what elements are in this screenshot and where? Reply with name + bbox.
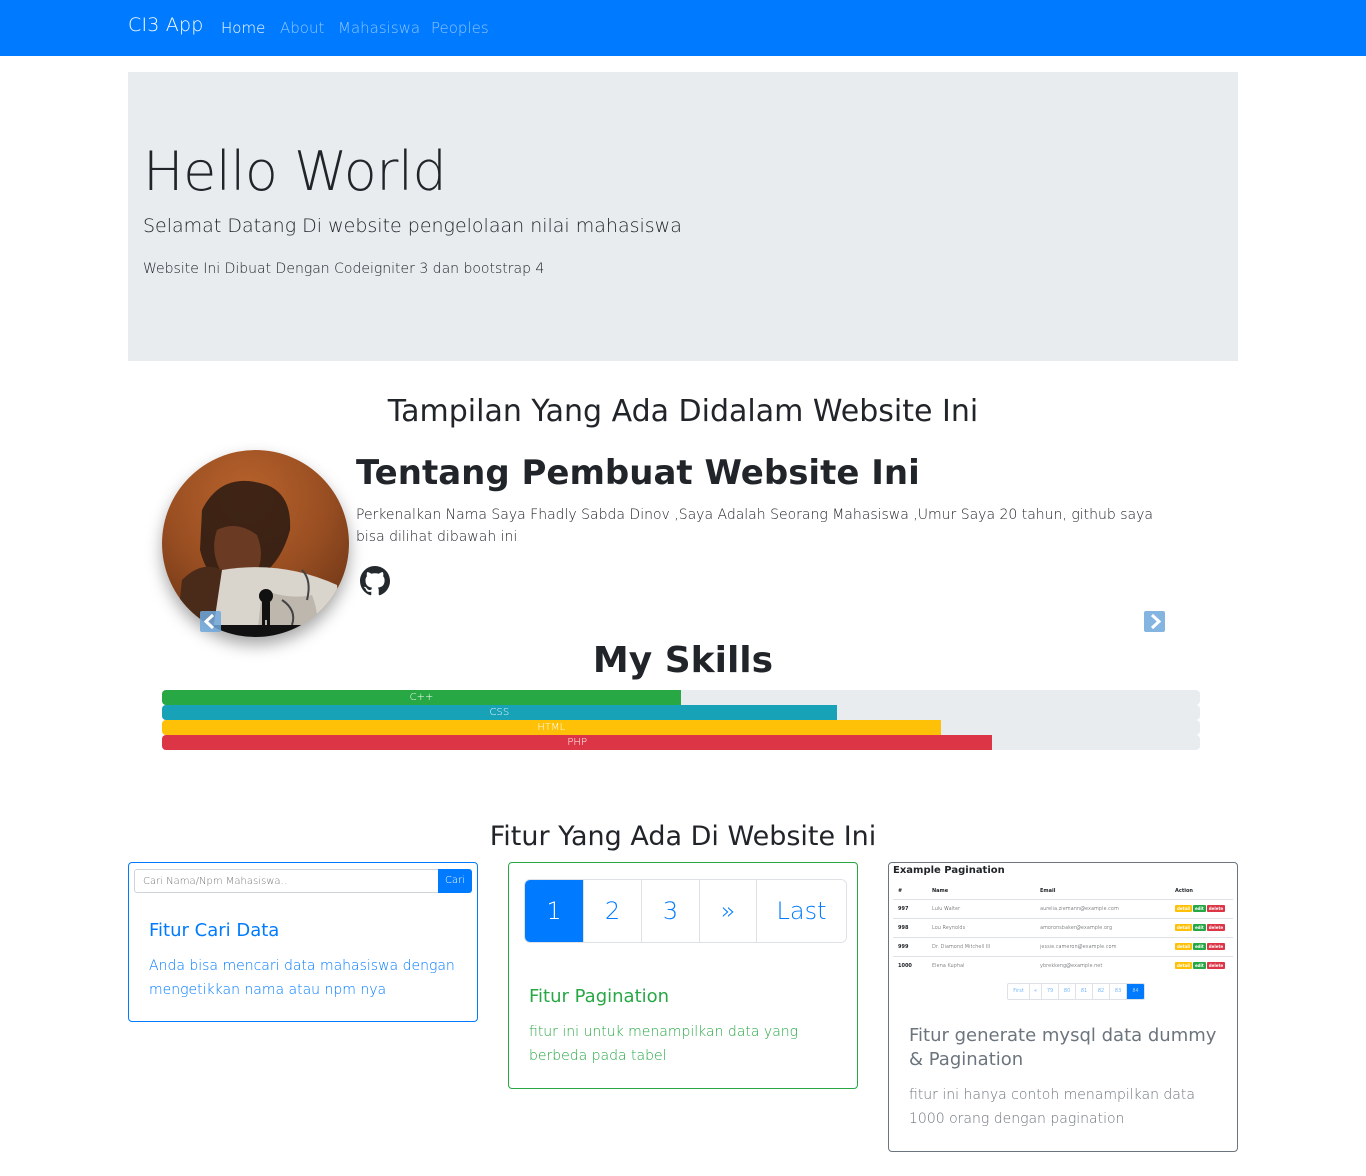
mini-page-82[interactable]: 82 xyxy=(1093,984,1110,999)
page-link-next[interactable]: » xyxy=(700,880,757,942)
carousel-next-icon[interactable] xyxy=(1144,611,1165,632)
nav-item-home[interactable]: Home xyxy=(221,19,265,37)
detail-badge[interactable]: detail xyxy=(1175,905,1192,912)
row-name: Elena Kuphal xyxy=(927,955,1035,975)
search-button[interactable]: Cari xyxy=(438,869,472,893)
row-actions: detail edit delete xyxy=(1170,955,1233,975)
mini-pagination: First « 79 80 81 82 83 84 xyxy=(1007,983,1145,1000)
table-preview: Example Pagination # Name Email Action 9… xyxy=(889,863,1237,1003)
row-email: amoronsbaker@example.org xyxy=(1035,917,1170,937)
table-row: 999 Dr. Diamond Mitchell III jessie.came… xyxy=(893,936,1233,956)
page-link-1[interactable]: 1 xyxy=(525,880,584,942)
nav-item-peoples[interactable]: Peoples xyxy=(431,19,489,37)
about-description: Perkenalkan Nama Saya Fhadly Sabda Dinov… xyxy=(356,507,1153,545)
skill-bar-html: HTML xyxy=(162,720,941,735)
jumbotron-text: Website Ini Dibuat Dengan Codeigniter 3 … xyxy=(143,261,545,277)
skill-bar-css: CSS xyxy=(162,705,837,720)
detail-badge[interactable]: detail xyxy=(1175,924,1192,931)
feature-card-generate: Example Pagination # Name Email Action 9… xyxy=(888,862,1238,1152)
mini-page-first[interactable]: First xyxy=(1008,984,1030,999)
page-link-last[interactable]: Last xyxy=(757,880,846,942)
feature-card-pagination: 1 2 3 » Last Fitur Pagination fitur ini … xyxy=(508,862,858,1089)
edit-badge[interactable]: edit xyxy=(1192,905,1206,912)
edit-badge[interactable]: edit xyxy=(1192,924,1206,931)
edit-badge[interactable]: edit xyxy=(1192,943,1206,950)
feature-text-pagination: fitur ini untuk menampilkan data yang be… xyxy=(529,1024,799,1064)
detail-badge[interactable]: detail xyxy=(1175,962,1192,970)
skill-progress-html: HTML xyxy=(162,720,1200,735)
row-email: jessie.cameron@example.com xyxy=(1035,936,1170,956)
pagination-preview: 1 2 3 » Last xyxy=(524,879,847,943)
mini-page-prev[interactable]: « xyxy=(1030,984,1042,999)
page-link-2[interactable]: 2 xyxy=(584,880,642,942)
row-number: 999 xyxy=(893,936,927,956)
about-title: Tentang Pembuat Website Ini xyxy=(356,453,920,493)
skills-heading: My Skills xyxy=(592,640,774,681)
mini-page-79[interactable]: 79 xyxy=(1042,984,1059,999)
row-actions: detail edit delete xyxy=(1170,917,1233,937)
showcase-heading: Tampilan Yang Ada Didalam Website Ini xyxy=(387,394,979,429)
column-header: Email xyxy=(1040,887,1056,894)
feature-title-generate: Fitur generate mysql data dummy & Pagina… xyxy=(909,1025,1217,1070)
row-number: 1000 xyxy=(893,955,927,975)
skill-bar-cpp: C++ xyxy=(162,690,681,705)
skill-bar-php: PHP xyxy=(162,735,993,750)
table-row: 1000 Elena Kuphal ybrekkeng@example.net … xyxy=(893,955,1233,975)
row-name: Lou Reynolds xyxy=(927,917,1035,937)
jumbotron-lead: Selamat Datang Di website pengelolaan ni… xyxy=(143,215,682,237)
skill-progress-css: CSS xyxy=(162,705,1200,720)
profile-photo-illustration xyxy=(177,480,342,637)
skill-progress-cpp: C++ xyxy=(162,690,1200,705)
feature-card-search: Cari Fitur Cari Data Anda bisa mencari d… xyxy=(128,862,478,1022)
row-name: Dr. Diamond Mitchell III xyxy=(927,936,1035,956)
nav-item-mahasiswa[interactable]: Mahasiswa xyxy=(338,19,420,37)
row-number: 997 xyxy=(893,898,927,918)
search-input[interactable] xyxy=(134,869,439,893)
delete-badge[interactable]: delete xyxy=(1206,943,1226,950)
mini-page-81[interactable]: 81 xyxy=(1076,984,1093,999)
navbar: CI3 App Home About Mahasiswa Peoples xyxy=(0,0,1366,56)
profile-avatar xyxy=(162,450,349,637)
carousel-prev-icon[interactable] xyxy=(200,611,221,632)
github-icon[interactable] xyxy=(360,566,390,596)
column-header: Action xyxy=(1175,887,1193,894)
row-actions: detail edit delete xyxy=(1170,898,1233,918)
features-heading: Fitur Yang Ada Di Website Ini xyxy=(489,821,877,852)
page-link-3[interactable]: 3 xyxy=(642,880,700,942)
skill-progress-php: PHP xyxy=(162,735,1200,750)
nav-item-about[interactable]: About xyxy=(280,19,324,37)
row-name: Lulu Walter xyxy=(927,898,1035,918)
jumbotron: Hello World Selamat Datang Di website pe… xyxy=(128,72,1238,361)
row-number: 998 xyxy=(893,917,927,937)
feature-text-generate: fitur ini hanya contoh menampilkan data … xyxy=(909,1087,1195,1127)
mini-page-80[interactable]: 80 xyxy=(1059,984,1076,999)
row-email: aurelia.ziemann@example.com xyxy=(1035,898,1170,918)
mini-page-83[interactable]: 83 xyxy=(1110,984,1127,999)
row-actions: detail edit delete xyxy=(1170,936,1233,956)
table-row: 997 Lulu Walter aurelia.ziemann@example.… xyxy=(893,898,1233,918)
feature-text-search: Anda bisa mencari data mahasiswa dengan … xyxy=(149,958,455,998)
detail-badge[interactable]: detail xyxy=(1175,943,1192,950)
preview-table: # Name Email Action 997 Lulu Walter aure… xyxy=(893,883,1233,975)
edit-badge[interactable]: edit xyxy=(1192,962,1206,970)
navbar-brand[interactable]: CI3 App xyxy=(128,14,204,36)
delete-badge[interactable]: delete xyxy=(1206,924,1226,931)
row-email: ybrekkeng@example.net xyxy=(1035,955,1170,975)
feature-title-pagination: Fitur Pagination xyxy=(529,986,670,1007)
column-header: # xyxy=(898,887,903,894)
table-header-row: # Name Email Action xyxy=(893,883,1233,899)
mini-page-84[interactable]: 84 xyxy=(1127,984,1144,999)
table-row: 998 Lou Reynolds amoronsbaker@example.or… xyxy=(893,917,1233,937)
column-header: Name xyxy=(932,887,949,894)
table-preview-title: Example Pagination xyxy=(893,865,1005,876)
delete-badge[interactable]: delete xyxy=(1206,962,1226,970)
jumbotron-title: Hello World xyxy=(143,140,447,203)
delete-badge[interactable]: delete xyxy=(1206,905,1226,912)
feature-title-search: Fitur Cari Data xyxy=(149,920,280,941)
